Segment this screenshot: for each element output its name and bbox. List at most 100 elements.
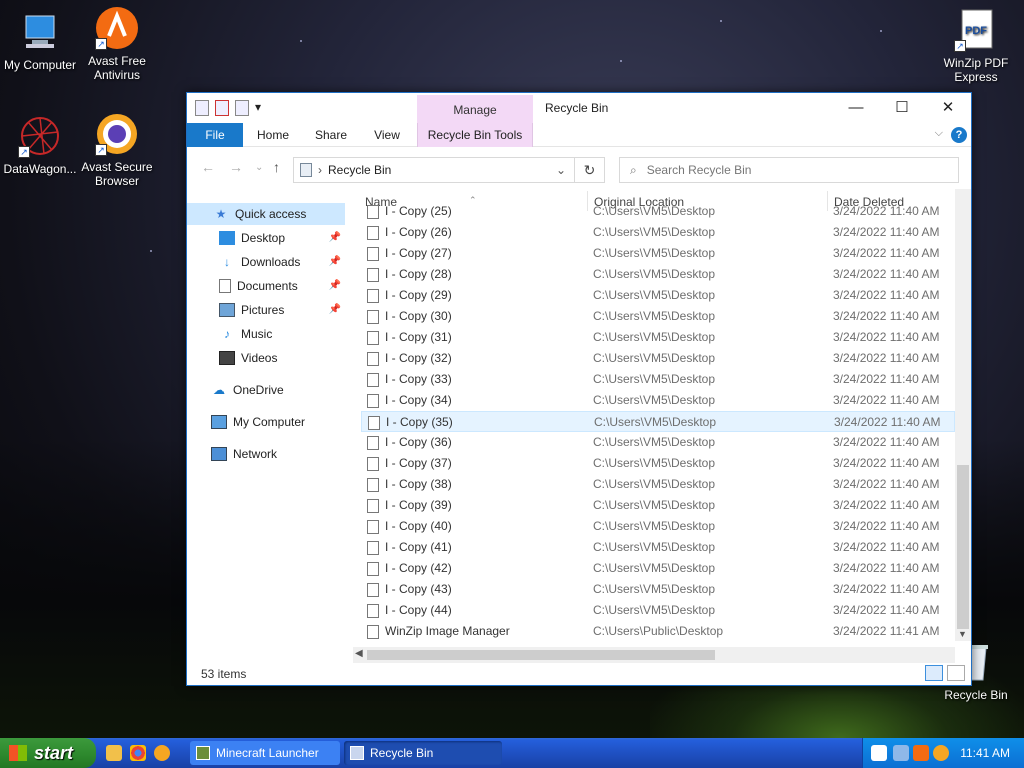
table-row[interactable]: I - Copy (43) C:\Users\VM5\Desktop 3/24/20… bbox=[361, 579, 955, 600]
chevron-down-icon[interactable]: ⌵ bbox=[935, 127, 943, 140]
scroll-down-arrow-icon[interactable]: ▼ bbox=[958, 629, 967, 639]
nav-item-downloads[interactable]: ↓ Downloads 📌 bbox=[187, 251, 345, 273]
nav-item-pictures[interactable]: Pictures 📌 bbox=[187, 299, 345, 321]
desktop-icon-label: Avast Free Antivirus bbox=[88, 54, 146, 82]
nav-label: Quick access bbox=[235, 207, 307, 221]
taskbar-button-recycle-bin[interactable]: Recycle Bin bbox=[344, 741, 502, 765]
table-row[interactable]: I - Copy (27) C:\Users\VM5\Desktop 3/24/20… bbox=[361, 243, 955, 264]
table-row[interactable]: I - Copy (37) C:\Users\VM5\Desktop 3/24/20… bbox=[361, 453, 955, 474]
clock[interactable]: 11:41 AM bbox=[960, 746, 1010, 760]
tab-home[interactable]: Home bbox=[251, 123, 295, 147]
properties-icon[interactable] bbox=[215, 100, 229, 116]
nav-item-videos[interactable]: Videos bbox=[187, 347, 345, 369]
nav-item-desktop[interactable]: Desktop 📌 bbox=[187, 227, 345, 249]
taskbar-button-minecraft[interactable]: Minecraft Launcher bbox=[190, 741, 340, 765]
table-row[interactable]: I - Copy (38) C:\Users\VM5\Desktop 3/24/20… bbox=[361, 474, 955, 495]
desktop-icon-winzip-pdf[interactable]: PDF ↗ WinZip PDF Express bbox=[936, 8, 1016, 84]
recent-chevron-icon[interactable]: ⌄ bbox=[255, 162, 263, 173]
pin-icon[interactable]: 📌 bbox=[329, 251, 341, 273]
table-row[interactable]: I - Copy (33) C:\Users\VM5\Desktop 3/24/20… bbox=[361, 369, 955, 390]
help-icon[interactable]: ? bbox=[951, 127, 967, 143]
close-button[interactable]: ✕ bbox=[925, 93, 971, 123]
minimize-button[interactable]: — bbox=[833, 93, 879, 123]
nav-label: Documents bbox=[237, 279, 298, 293]
breadcrumb[interactable]: Recycle Bin bbox=[328, 163, 391, 177]
file-name: I - Copy (31) bbox=[385, 330, 452, 344]
table-row[interactable]: I - Copy (32) C:\Users\VM5\Desktop 3/24/20… bbox=[361, 348, 955, 369]
table-row[interactable]: I - Copy (44) C:\Users\VM5\Desktop 3/24/20… bbox=[361, 600, 955, 621]
start-button[interactable]: start bbox=[0, 738, 96, 768]
chrome-icon[interactable] bbox=[130, 745, 146, 761]
scroll-thumb[interactable] bbox=[957, 465, 969, 629]
table-row[interactable]: I - Copy (36) C:\Users\VM5\Desktop 3/24/20… bbox=[361, 432, 955, 453]
address-dropdown-icon[interactable]: ⌄ bbox=[556, 163, 566, 177]
table-row[interactable]: I - Copy (42) C:\Users\VM5\Desktop 3/24/20… bbox=[361, 558, 955, 579]
table-row[interactable]: I - Copy (26) C:\Users\VM5\Desktop 3/24/20… bbox=[361, 222, 955, 243]
tab-file[interactable]: File bbox=[187, 123, 243, 147]
browser-tray-icon[interactable] bbox=[933, 745, 949, 761]
desktop-icon-avast-browser[interactable]: ↗ Avast Secure Browser bbox=[77, 112, 157, 188]
nav-item-documents[interactable]: Documents 📌 bbox=[187, 275, 345, 297]
tab-view[interactable]: View bbox=[365, 123, 409, 147]
scroll-left-arrow-icon[interactable]: ◀ bbox=[355, 648, 363, 659]
file-icon bbox=[367, 268, 379, 282]
network-status-icon[interactable] bbox=[893, 745, 909, 761]
avast-tray-icon[interactable] bbox=[913, 745, 929, 761]
table-row[interactable]: I - Copy (29) C:\Users\VM5\Desktop 3/24/20… bbox=[361, 285, 955, 306]
nav-item-onedrive[interactable]: ☁ OneDrive bbox=[187, 379, 345, 401]
videos-icon bbox=[219, 351, 235, 365]
table-row[interactable]: I - Copy (35) C:\Users\VM5\Desktop 3/24/20… bbox=[361, 411, 955, 432]
nav-item-quick-access[interactable]: ★ Quick access bbox=[187, 203, 345, 225]
pin-icon[interactable]: 📌 bbox=[329, 299, 341, 321]
monitor-icon bbox=[18, 10, 62, 54]
original-location: C:\Users\VM5\Desktop bbox=[593, 351, 716, 365]
vertical-scrollbar[interactable]: ▼ bbox=[955, 189, 971, 641]
back-arrow-icon[interactable]: ← bbox=[201, 159, 215, 175]
new-folder-icon[interactable] bbox=[235, 100, 249, 116]
manage-tab[interactable]: Manage bbox=[417, 95, 533, 123]
folder-icon[interactable] bbox=[106, 745, 122, 761]
table-row[interactable]: I - Copy (30) C:\Users\VM5\Desktop 3/24/20… bbox=[361, 306, 955, 327]
nav-item-network[interactable]: Network bbox=[187, 443, 345, 465]
recycle-bin-small-icon bbox=[300, 163, 312, 177]
pin-icon[interactable]: 📌 bbox=[329, 227, 341, 249]
nav-item-my-computer[interactable]: My Computer bbox=[187, 411, 345, 433]
nav-item-music[interactable]: ♪ Music bbox=[187, 323, 345, 345]
date-deleted: 3/24/2022 11:40 AM bbox=[833, 540, 940, 554]
table-row[interactable]: I - Copy (25) C:\Users\VM5\Desktop 3/24/20… bbox=[361, 201, 955, 222]
file-icon bbox=[367, 583, 379, 597]
scroll-thumb[interactable] bbox=[367, 650, 715, 660]
file-icon bbox=[367, 562, 379, 576]
file-name: I - Copy (43) bbox=[385, 582, 452, 596]
horizontal-scrollbar[interactable]: ◀ bbox=[353, 647, 955, 663]
desktop-icon-my-computer[interactable]: My Computer bbox=[0, 10, 80, 72]
details-view-icon[interactable] bbox=[925, 665, 943, 681]
maximize-button[interactable]: ☐ bbox=[879, 93, 925, 123]
table-row[interactable]: I - Copy (31) C:\Users\VM5\Desktop 3/24/20… bbox=[361, 327, 955, 348]
search-input[interactable]: ⌕ Search Recycle Bin bbox=[619, 157, 959, 183]
table-row[interactable]: I - Copy (41) C:\Users\VM5\Desktop 3/24/20… bbox=[361, 537, 955, 558]
address-bar[interactable]: › Recycle Bin ⌄ bbox=[293, 157, 575, 183]
table-row[interactable]: I - Copy (28) C:\Users\VM5\Desktop 3/24/20… bbox=[361, 264, 955, 285]
refresh-button[interactable]: ↻ bbox=[575, 157, 605, 183]
security-shield-icon[interactable] bbox=[871, 745, 887, 761]
network-icon bbox=[211, 447, 227, 461]
table-row[interactable]: I - Copy (40) C:\Users\VM5\Desktop 3/24/20… bbox=[361, 516, 955, 537]
table-row[interactable]: WinZip Image Manager C:\Users\Public\Desk… bbox=[361, 621, 955, 642]
avast-browser-icon[interactable] bbox=[154, 745, 170, 761]
file-name: I - Copy (34) bbox=[385, 393, 452, 407]
table-row[interactable]: I - Copy (39) C:\Users\VM5\Desktop 3/24/20… bbox=[361, 495, 955, 516]
forward-arrow-icon[interactable]: → bbox=[229, 159, 243, 175]
date-deleted: 3/24/2022 11:40 AM bbox=[833, 582, 940, 596]
tab-recycle-bin-tools[interactable]: Recycle Bin Tools bbox=[417, 123, 533, 147]
customize-toolbar-icon[interactable]: ▾ bbox=[255, 100, 265, 116]
tab-share[interactable]: Share bbox=[309, 123, 353, 147]
search-placeholder: Search Recycle Bin bbox=[646, 163, 752, 177]
desktop-icon-datawagon[interactable]: ↗ DataWagon... bbox=[0, 114, 80, 176]
large-icons-view-icon[interactable] bbox=[947, 665, 965, 681]
desktop-icon-avast-antivirus[interactable]: ↗ Avast Free Antivirus bbox=[77, 6, 157, 82]
pin-icon[interactable]: 📌 bbox=[329, 275, 341, 297]
up-arrow-icon[interactable]: ↑ bbox=[273, 159, 280, 175]
table-row[interactable]: I - Copy (34) C:\Users\VM5\Desktop 3/24/20… bbox=[361, 390, 955, 411]
recycle-bin-small-icon[interactable] bbox=[195, 100, 209, 116]
